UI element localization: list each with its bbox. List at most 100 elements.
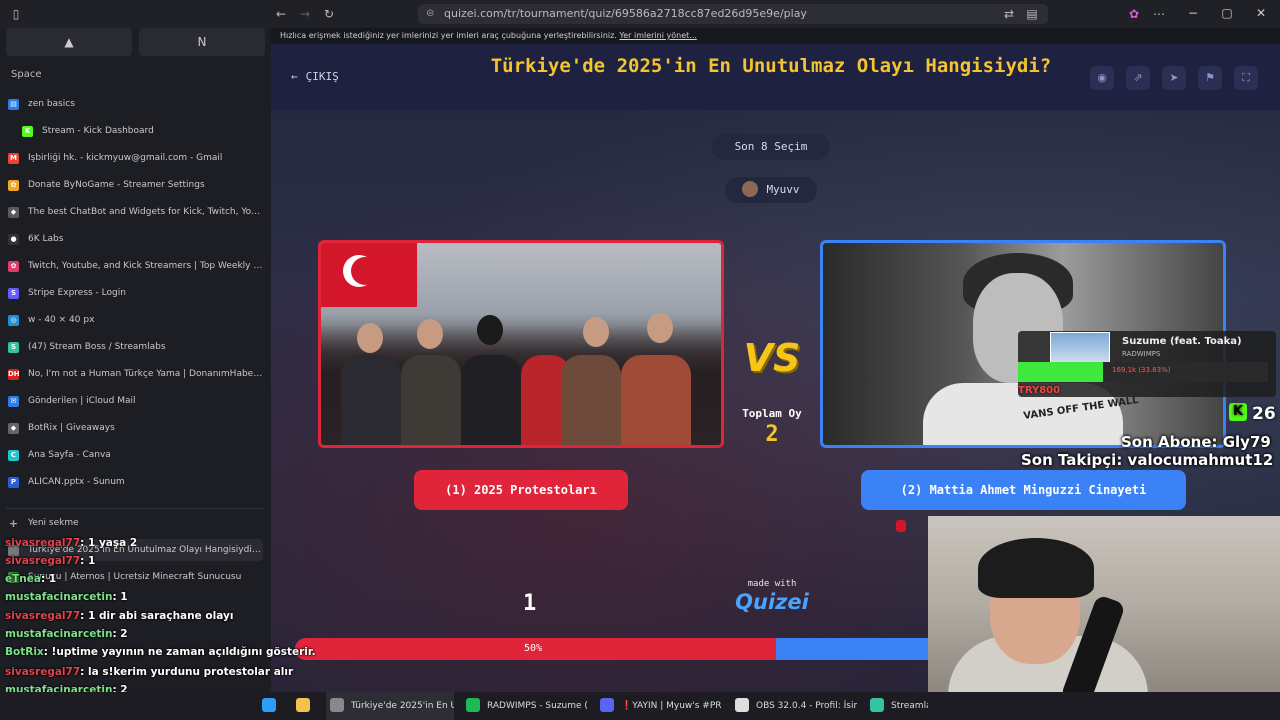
- site-info-icon[interactable]: ⊜: [426, 4, 434, 24]
- sidebar-bookmark[interactable]: S (47) Stream Boss / Streamlabs: [8, 336, 263, 358]
- manage-bookmarks-link[interactable]: Yer imlerini yönet...: [619, 31, 696, 40]
- chat-username: eTnea: [5, 573, 41, 585]
- last-follower: Son Takipçi: valocumahmut12: [1021, 451, 1274, 469]
- quizei-logo[interactable]: Quizei: [727, 590, 817, 614]
- sidebar-bookmark[interactable]: C Ana Sayfa - Canva: [8, 444, 263, 466]
- maximize-icon[interactable]: ▢: [1219, 5, 1235, 21]
- favicon-icon: ✿: [8, 260, 19, 272]
- sidebar-bookmark[interactable]: ● 6K Labs: [8, 228, 263, 250]
- minimize-icon[interactable]: −: [1185, 5, 1201, 21]
- start-button[interactable]: [262, 692, 280, 720]
- sidebar-bookmark[interactable]: ▤ zen basics: [8, 93, 263, 115]
- sidebar-bookmark-label: Stream - Kick Dashboard: [42, 126, 154, 136]
- sidebar-bookmark[interactable]: ✿ Twitch, Youtube, and Kick Streamers | T…: [8, 255, 263, 277]
- favicon-icon: S: [8, 287, 19, 299]
- song-title: Suzume (feat. Toaka): [1122, 336, 1242, 347]
- flag-crescent-cut: [351, 257, 379, 285]
- choice-left-button[interactable]: (1) 2025 Protestoları: [414, 470, 628, 510]
- sidebar-bookmark[interactable]: K Stream - Kick Dashboard: [22, 120, 277, 142]
- screen: ▯ ← → ↻ ⊜ quizei.com/tr/tournament/quiz/…: [0, 0, 1280, 720]
- bookmarks-notice-text: Hızlıca erişmek istediğiniz yer imlerini…: [280, 31, 617, 40]
- extension-icon[interactable]: ✿: [1126, 6, 1142, 22]
- file-explorer-button[interactable]: [296, 692, 314, 720]
- mouse-cursor-icon: [896, 520, 906, 532]
- donation-goal-bar: 169,1k (33.83%): [1018, 362, 1268, 382]
- app-icon: [466, 697, 480, 712]
- person-head: [357, 323, 383, 353]
- sidebar-bookmark-label: Twitch, Youtube, and Kick Streamers | To…: [28, 261, 263, 271]
- sidebar-bookmark[interactable]: S Stripe Express - Login: [8, 282, 263, 304]
- fullscreen-icon[interactable]: ⛶: [1234, 66, 1258, 90]
- favicon-icon: ◆: [8, 422, 19, 434]
- made-with-label: made with: [747, 579, 797, 589]
- person-head: [477, 315, 503, 345]
- chat-username: mustafacinarcetin: [5, 591, 113, 603]
- share-icon[interactable]: ⇗: [1126, 66, 1150, 90]
- address-bar[interactable]: ⊜ quizei.com/tr/tournament/quiz/69586a27…: [418, 4, 1048, 24]
- sidebar-bookmark[interactable]: ◆ The best ChatBot and Widgets for Kick, …: [8, 201, 263, 223]
- sidebar-bookmark-label: 6K Labs: [28, 234, 64, 244]
- exit-button[interactable]: ← ÇIKIŞ: [291, 70, 339, 83]
- reload-icon[interactable]: ↻: [321, 6, 337, 22]
- more-menu-icon[interactable]: ⋯: [1151, 6, 1167, 22]
- space-label: Space: [11, 69, 42, 80]
- sidebar-bookmark[interactable]: ✿ Donate ByNoGame - Streamer Settings: [8, 174, 263, 196]
- favicon-icon: ✉: [8, 395, 19, 407]
- person: [621, 355, 691, 445]
- sidebar-bookmark[interactable]: ✉ Gönderilen | iCloud Mail: [8, 390, 263, 412]
- taskbar-app-label: Streamla: [891, 701, 928, 711]
- sidebar-bookmark[interactable]: ◎ w - 40 × 40 px: [8, 309, 263, 331]
- sidebar-bookmark-label: ALİCAN.pptx - Sunum: [28, 477, 125, 487]
- divider: [6, 508, 264, 509]
- taskbar-app[interactable]: Streamla: [866, 692, 928, 720]
- person: [401, 355, 461, 445]
- taskbar-app[interactable]: RADWIMPS - Suzume (f: [462, 692, 588, 720]
- favicon-icon: S: [8, 341, 19, 353]
- sidebar-bookmark[interactable]: P ALİCAN.pptx - Sunum: [8, 471, 263, 493]
- close-icon[interactable]: ✕: [1253, 5, 1269, 21]
- chat-message: mustafacinarcetin: 1: [5, 591, 128, 603]
- pinned-tab-2[interactable]: N: [139, 28, 265, 56]
- chat-username: mustafacinarcetin: [5, 628, 113, 640]
- sidebar-bookmark-label: İşbirliği hk. - kickmyuw@gmail.com - Gma…: [28, 153, 223, 163]
- taskbar: Türkiye'de 2025'in En Unutulmaz RADWIMPS …: [0, 692, 1280, 720]
- taskbar-app-label: Türkiye'de 2025'in En Unutulmaz: [351, 701, 454, 711]
- taskbar-app[interactable]: ❗YAYIN | Myuw's #PR: [596, 692, 722, 720]
- taskbar-app[interactable]: Türkiye'de 2025'in En Unutulmaz: [326, 692, 454, 720]
- browser-toolbar: ▯ ← → ↻ ⊜ quizei.com/tr/tournament/quiz/…: [0, 0, 1280, 28]
- sidebar-bookmark[interactable]: ◆ BotRix | Giveaways: [8, 417, 263, 439]
- sidebar-bookmark[interactable]: M İşbirliği hk. - kickmyuw@gmail.com - Gm…: [8, 147, 263, 169]
- webcam-feed: [928, 516, 1280, 692]
- flag-icon[interactable]: ⚑: [1198, 66, 1222, 90]
- favicon-icon: ▤: [8, 98, 19, 110]
- chat-text: : la s!kerim yurdunu protestolar alır: [80, 666, 294, 678]
- vote-progress-label: 50%: [523, 643, 543, 654]
- chat-text: : 1: [40, 573, 57, 585]
- sidebar-bookmark-label: Stripe Express - Login: [28, 288, 126, 298]
- sidebar-bookmark-label: Ana Sayfa - Canva: [28, 450, 111, 460]
- favicon-icon: M: [8, 152, 19, 164]
- translate-icon[interactable]: ⇄: [1001, 6, 1017, 22]
- chat-text: : 1: [80, 555, 96, 567]
- pinned-tab-1[interactable]: ▲: [6, 28, 132, 56]
- favicon-icon: DH: [8, 368, 20, 380]
- person: [341, 355, 401, 445]
- choice-right-button[interactable]: (2) Mattia Ahmet Minguzzi Cinayeti: [861, 470, 1186, 510]
- chat-message: sivasregal77: 1 dir abi saraçhane olayı: [5, 610, 233, 622]
- reader-icon[interactable]: ▤: [1024, 6, 1040, 22]
- donation-amount: TRY800: [1018, 385, 1061, 396]
- choice-left-image[interactable]: [318, 240, 724, 448]
- back-icon[interactable]: ←: [273, 6, 289, 22]
- eye-icon[interactable]: ◉: [1090, 66, 1114, 90]
- sidebar-toggle-icon[interactable]: ▯: [8, 6, 24, 22]
- chat-text: : 1 dir abi saraçhane olayı: [80, 610, 234, 622]
- chat-username: sivasregal77: [5, 666, 81, 678]
- forward-icon[interactable]: →: [297, 6, 313, 22]
- plus-icon: +: [8, 516, 19, 530]
- taskbar-app[interactable]: OBS 32.0.4 - Profil: İsimsi: [731, 692, 857, 720]
- sidebar-bookmark[interactable]: DH No, I'm not a Human Türkçe Yama | Dona…: [8, 363, 263, 385]
- sidebar-bookmark-label: The best ChatBot and Widgets for Kick, T…: [28, 207, 263, 217]
- new-tab-button[interactable]: + Yeni sekme: [8, 512, 263, 534]
- taskbar-app-label: RADWIMPS - Suzume (f: [487, 701, 588, 711]
- send-icon[interactable]: ➤: [1162, 66, 1186, 90]
